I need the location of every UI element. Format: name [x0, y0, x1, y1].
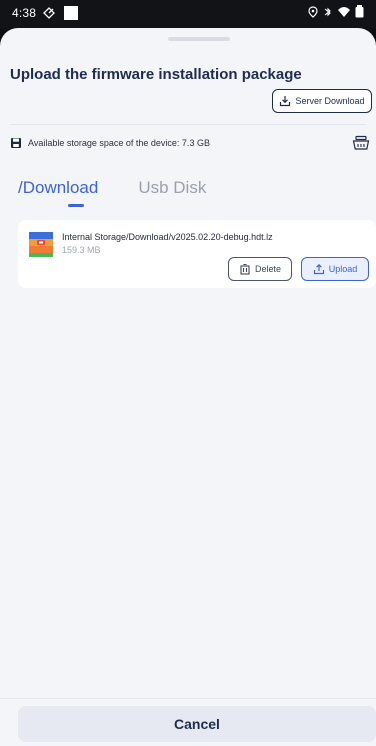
server-download-label: Server Download	[295, 96, 365, 106]
status-time: 4:38	[12, 6, 37, 20]
footer-separator	[0, 698, 376, 699]
tab-usb-disk[interactable]: Usb Disk	[138, 178, 206, 198]
archive-icon	[29, 232, 53, 257]
bluetooth-icon	[324, 7, 331, 16]
upload-button[interactable]: Upload	[301, 257, 369, 281]
status-left-icons	[42, 6, 78, 20]
file-path: Internal Storage/Download/v2025.02.20-de…	[62, 232, 273, 242]
status-right-icons	[307, 5, 364, 18]
basket-icon	[352, 135, 370, 150]
battery-icon	[355, 5, 364, 18]
tab-indicator	[68, 204, 84, 207]
cancel-button[interactable]: Cancel	[18, 706, 376, 742]
sheet-handle[interactable]	[168, 37, 230, 41]
storage-info: Available storage space of the device: 7…	[10, 137, 210, 149]
location-icon	[308, 5, 318, 18]
storage-basket-button[interactable]	[352, 134, 370, 152]
download-icon	[280, 96, 291, 107]
delete-button[interactable]: Delete	[228, 257, 292, 281]
storage-tabs: /Download Usb Disk	[18, 178, 206, 198]
file-item: Internal Storage/Download/v2025.02.20-de…	[18, 220, 376, 288]
upload-sheet: Upload the firmware installation package…	[0, 28, 376, 746]
upload-label: Upload	[328, 264, 358, 274]
delete-label: Delete	[254, 264, 281, 274]
upload-icon	[313, 263, 324, 275]
sheet-title: Upload the firmware installation package	[10, 66, 302, 83]
file-size: 159.3 MB	[62, 245, 101, 255]
square-icon	[64, 6, 78, 20]
status-bar: 4:38	[0, 0, 376, 28]
storage-text: Available storage space of the device: 7…	[28, 138, 210, 148]
server-download-button[interactable]: Server Download	[272, 89, 372, 113]
wifi-icon	[338, 6, 350, 17]
tab-download[interactable]: /Download	[18, 178, 98, 198]
diamond-icon	[43, 7, 55, 19]
save-icon	[11, 138, 21, 148]
trash-icon	[240, 263, 250, 275]
section-divider	[10, 124, 366, 125]
